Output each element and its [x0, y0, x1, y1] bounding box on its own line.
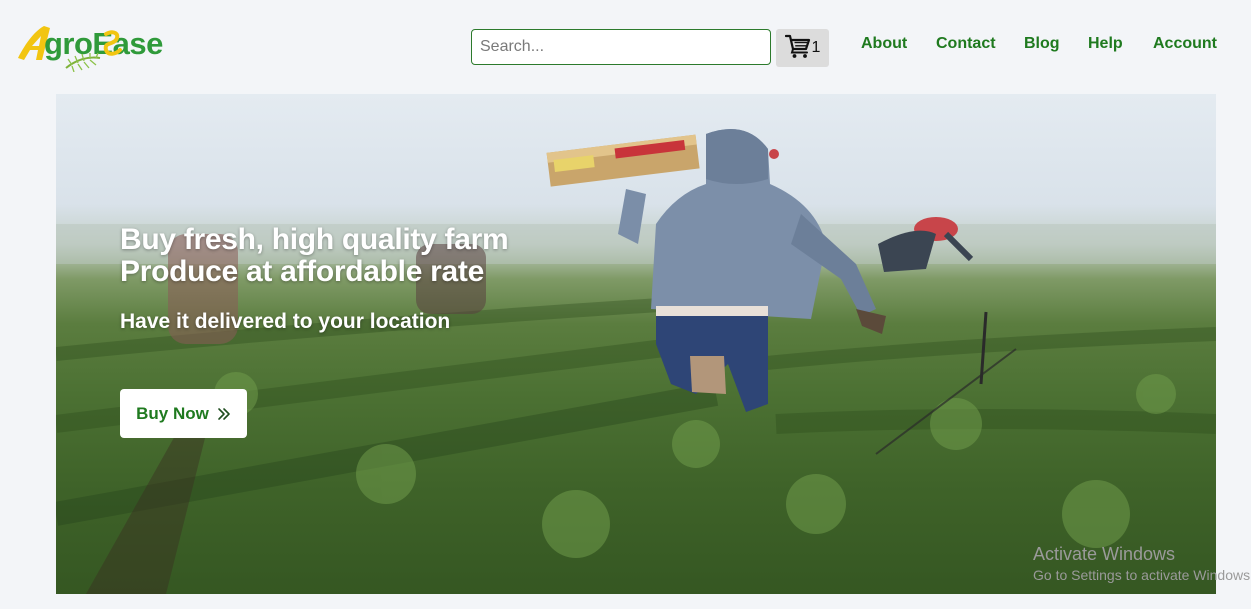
watermark-title: Activate Windows — [1033, 544, 1176, 564]
hero-title: Buy fresh, high quality farm Produce at … — [120, 224, 580, 288]
hero-banner: Buy fresh, high quality farm Produce at … — [56, 94, 1216, 594]
watermark-subtitle: Go to Settings to activate Windows. — [1033, 567, 1251, 583]
search-input[interactable] — [471, 29, 771, 65]
double-chevron-right-icon — [218, 407, 230, 420]
activate-windows-watermark: Activate Windows Go to Settings to activ… — [1033, 544, 1251, 586]
hero-background-image — [56, 129, 1216, 594]
svg-text:groEase: groEase — [44, 26, 163, 61]
nav-link-contact[interactable]: Contact — [936, 35, 996, 53]
nav-link-account[interactable]: Account — [1153, 35, 1217, 53]
page: groEase 1 About Contact — [0, 0, 1251, 609]
cart-button[interactable]: 1 — [776, 29, 829, 67]
buy-now-label: Buy Now — [136, 403, 209, 423]
cart-count-badge: 1 — [811, 39, 821, 56]
brand-logo[interactable]: groEase — [14, 20, 196, 73]
hero-subtitle: Have it delivered to your location — [120, 310, 451, 333]
buy-now-button[interactable]: Buy Now — [120, 389, 247, 438]
nav-link-about[interactable]: About — [861, 35, 907, 53]
cart-icon — [784, 33, 811, 64]
nav-link-blog[interactable]: Blog — [1024, 35, 1060, 53]
nav-link-help[interactable]: Help — [1088, 35, 1123, 53]
hero-title-line-1: Buy fresh, high quality farm — [120, 223, 509, 256]
hero-title-line-2: Produce at affordable rate — [120, 255, 484, 288]
